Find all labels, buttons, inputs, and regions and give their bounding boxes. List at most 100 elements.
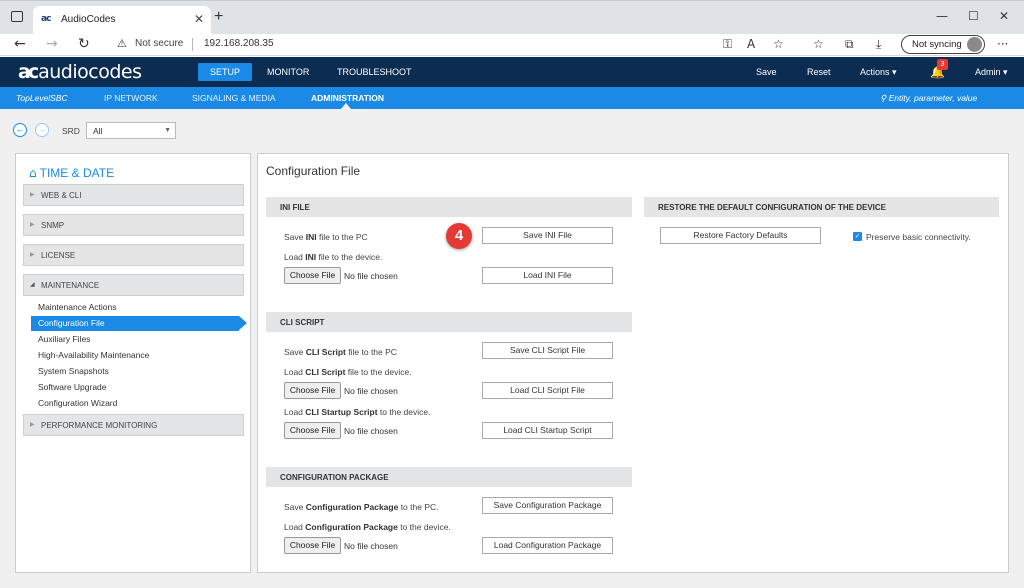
caret-right-icon: ▶ (30, 222, 35, 228)
cli-save-text: Save CLI Script file to the PC (284, 347, 397, 357)
ini-load-text: Load INI file to the device. (284, 252, 383, 262)
load-config-package-button[interactable]: Load Configuration Package (482, 537, 613, 554)
caret-right-icon: ▶ (30, 422, 35, 428)
srd-label: SRD (62, 126, 80, 136)
save-cli-script-button[interactable]: Save CLI Script File (482, 342, 613, 359)
cli-startup-choose-file-button[interactable]: Choose File (284, 422, 341, 439)
forward-nav-icon[interactable]: → (35, 123, 49, 137)
refresh-icon[interactable]: ↻ (78, 36, 90, 52)
ini-section-header: INI FILE (266, 197, 632, 217)
cli-load-text: Load CLI Script file to the device. (284, 367, 412, 377)
url-separator (192, 38, 193, 51)
url-input[interactable]: 192.168.208.35 (204, 38, 274, 49)
sidebar-group-snmp[interactable]: ▶ SNMP (23, 214, 244, 236)
tab-administration[interactable]: ADMINISTRATION (311, 93, 384, 103)
read-aloud-icon[interactable]: A (747, 37, 755, 51)
sync-button[interactable]: Not syncing (901, 35, 985, 54)
search-input[interactable]: ⚲ Entity, parameter, value (880, 93, 977, 104)
sidebar-item-ha-maintenance[interactable]: High-Availability Maintenance (38, 350, 149, 360)
sidebar: ⌂ TIME & DATE ▶ WEB & CLI ▶ SNMP ▶ LICENSE ◢… (15, 153, 251, 573)
srd-value: All (93, 126, 103, 136)
preserve-connectivity-label: Preserve basic connectivity. (866, 232, 971, 242)
security-label[interactable]: Not secure (135, 38, 183, 49)
ini-save-text: Save INI file to the PC (284, 232, 368, 242)
favorite-star-icon[interactable]: ☆ (773, 37, 784, 51)
downloads-icon[interactable]: ⤓ (876, 37, 881, 52)
sub-navigation: TopLevelSBC IP NETWORK SIGNALING & MEDIA… (0, 87, 1024, 109)
pkg-load-text: Load Configuration Package to the device… (284, 522, 451, 532)
sidebar-item-auxiliary-files[interactable]: Auxiliary Files (38, 334, 90, 344)
forward-icon[interactable]: → (46, 36, 58, 52)
pkg-choose-file-button[interactable]: Choose File (284, 537, 341, 554)
save-ini-file-button[interactable]: Save INI File (482, 227, 613, 244)
sidebar-item-configuration-wizard[interactable]: Configuration Wizard (38, 398, 117, 408)
new-tab-icon[interactable]: + (214, 8, 223, 26)
sync-label: Not syncing (912, 39, 962, 50)
restore-factory-defaults-button[interactable]: Restore Factory Defaults (660, 227, 821, 244)
nav-troubleshoot[interactable]: TROUBLESHOOT (325, 57, 424, 87)
nav-monitor[interactable]: MONITOR (255, 57, 321, 87)
window-menu-icon[interactable] (11, 11, 23, 22)
tab-ip-network[interactable]: IP NETWORK (104, 93, 158, 103)
minimize-icon[interactable]: — (936, 9, 948, 23)
load-cli-script-button[interactable]: Load CLI Script File (482, 382, 613, 399)
more-icon[interactable]: ··· (997, 37, 1008, 51)
step-annotation-badge: 4 (446, 223, 472, 249)
sidebar-item-system-snapshots[interactable]: System Snapshots (38, 366, 109, 376)
pkg-section-header: CONFIGURATION PACKAGE (266, 467, 632, 487)
home-icon: ⌂ (29, 166, 37, 180)
tab-title: AudioCodes (61, 14, 116, 25)
cli-choose-file-button[interactable]: Choose File (284, 382, 341, 399)
cli-startup-no-file-text: No file chosen (344, 426, 398, 436)
cli-section-header: CLI SCRIPT (266, 312, 632, 332)
srd-select[interactable]: All ▼ (86, 122, 176, 139)
config-file-panel: Configuration File INI FILE Save INI fil… (257, 153, 1009, 573)
tab-close-icon[interactable]: ✕ (194, 12, 204, 26)
save-button[interactable]: Save (756, 67, 777, 77)
load-ini-file-button[interactable]: Load INI File (482, 267, 613, 284)
ini-choose-file-button[interactable]: Choose File (284, 267, 341, 284)
page-title: Configuration File (266, 164, 361, 178)
warning-icon[interactable]: ⚠ (117, 37, 127, 50)
sidebar-group-license[interactable]: ▶ LICENSE (23, 244, 244, 266)
sidebar-item-maintenance-actions[interactable]: Maintenance Actions (38, 302, 116, 312)
sidebar-group-maintenance[interactable]: ◢ MAINTENANCE (23, 274, 244, 296)
cli-startup-text: Load CLI Startup Script to the device. (284, 407, 431, 417)
favorites-icon[interactable]: ☆ (813, 37, 824, 51)
app-header: ac audiocodes SETUP MONITOR TROUBLESHOOT … (0, 57, 1024, 87)
tab-signaling-media[interactable]: SIGNALING & MEDIA (192, 93, 276, 103)
back-icon[interactable]: ← (14, 36, 26, 52)
caret-down-icon: ◢ (30, 282, 35, 288)
reset-button[interactable]: Reset (807, 67, 831, 77)
user-menu[interactable]: Admin ▾ (975, 67, 1008, 78)
pkg-save-text: Save Configuration Package to the PC. (284, 502, 439, 512)
device-name: TopLevelSBC (16, 93, 68, 103)
save-config-package-button[interactable]: Save Configuration Package (482, 497, 613, 514)
window-close-icon[interactable]: ✕ (999, 9, 1009, 23)
back-nav-icon[interactable]: ← (13, 123, 27, 137)
audiocodes-favicon-icon: ac (41, 14, 51, 24)
sidebar-group-performance-monitoring[interactable]: ▶ PERFORMANCE MONITORING (23, 414, 244, 436)
nav-setup[interactable]: SETUP (198, 63, 253, 81)
collections-icon[interactable]: ⧉ (845, 37, 854, 52)
audiocodes-logo: ac audiocodes (18, 61, 142, 83)
sidebar-title[interactable]: ⌂ TIME & DATE (29, 166, 114, 180)
chevron-down-icon: ▼ (164, 127, 171, 134)
sidebar-item-configuration-file[interactable]: Configuration File (31, 316, 247, 331)
content-area: ← → SRD All ▼ ⌂ TIME & DATE ▶ WEB & CLI ▶ S… (0, 109, 1024, 588)
ini-no-file-text: No file chosen (344, 271, 398, 281)
pkg-no-file-text: No file chosen (344, 541, 398, 551)
address-bar: ← → ↻ ⚠ Not secure 192.168.208.35 ⚿ A ☆ … (0, 34, 1024, 56)
browser-tab-bar: ac AudioCodes ✕ + — ☐ ✕ (0, 0, 1024, 35)
key-icon[interactable]: ⚿ (723, 37, 732, 52)
load-cli-startup-script-button[interactable]: Load CLI Startup Script (482, 422, 613, 439)
maximize-icon[interactable]: ☐ (968, 9, 979, 23)
sidebar-group-web-cli[interactable]: ▶ WEB & CLI (23, 184, 244, 206)
actions-menu[interactable]: Actions ▾ (860, 67, 897, 78)
preserve-connectivity-checkbox[interactable]: ✓ (853, 232, 862, 241)
sidebar-item-software-upgrade[interactable]: Software Upgrade (38, 382, 107, 392)
cli-no-file-text: No file chosen (344, 386, 398, 396)
browser-tab[interactable]: ac AudioCodes ✕ (33, 6, 211, 35)
profile-avatar (967, 37, 982, 52)
caret-right-icon: ▶ (30, 252, 35, 258)
